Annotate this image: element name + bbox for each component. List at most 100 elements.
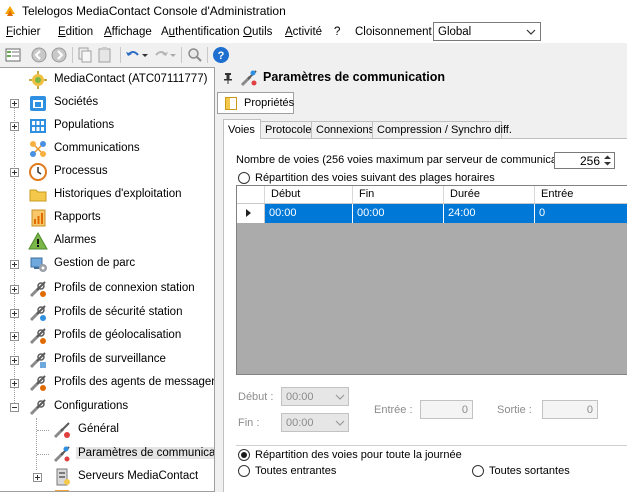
toolbar-separator — [120, 47, 121, 63]
collapse-icon[interactable] — [10, 403, 19, 412]
tree-item-profils-surveillance[interactable]: Profils de surveillance — [0, 349, 214, 371]
menu-help[interactable]: ? — [334, 26, 340, 38]
entree-field[interactable]: 0 — [420, 400, 473, 419]
tree-item-profils-connexion[interactable]: Profils de connexion station — [0, 278, 214, 300]
radio-toute-journee[interactable] — [238, 449, 250, 461]
menu-fichier[interactable]: Fichier — [6, 26, 41, 38]
copy-icon[interactable] — [76, 46, 94, 64]
redo-dropdown-icon[interactable] — [169, 46, 177, 64]
expand-icon[interactable] — [10, 122, 19, 131]
pin-icon[interactable] — [224, 72, 232, 84]
table-row[interactable]: 00:00 00:00 24:00 0 — [237, 204, 627, 223]
current-row-arrow-icon — [246, 209, 251, 217]
tree-item-label: Profils de surveillance — [54, 353, 166, 365]
tree-item-root[interactable]: MediaContact (ATC07111777) — [0, 69, 214, 91]
back-icon[interactable] — [30, 46, 48, 64]
expand-icon[interactable] — [10, 99, 19, 108]
tab-compression[interactable]: Compression / Synchro diff. — [372, 121, 512, 138]
tab-connexions[interactable]: Connexions — [311, 121, 374, 138]
redo-icon[interactable] — [152, 46, 170, 64]
expand-icon[interactable] — [10, 260, 19, 269]
clock-icon — [29, 163, 47, 181]
sortie-field[interactable]: 0 — [542, 400, 598, 419]
cell-entree[interactable]: 0 — [535, 204, 627, 223]
grid-col-duree[interactable]: Durée — [444, 186, 535, 203]
tree-item-rapports[interactable]: Rapports — [0, 207, 214, 229]
sortie-label: Sortie : — [497, 404, 532, 416]
tree-item-communications[interactable]: Communications — [0, 138, 214, 160]
section-divider — [236, 445, 627, 446]
properties-button[interactable]: Propriétés — [217, 92, 294, 114]
tree-item-profils-securite[interactable]: Profils de sécurité station — [0, 302, 214, 324]
tree-item-alarmes[interactable]: Alarmes — [0, 230, 214, 252]
tree-item-parametres-communication[interactable]: Paramètres de communication — [0, 443, 214, 465]
tree-item-configurations[interactable]: Configurations — [0, 396, 214, 418]
tab-voies[interactable]: Voies — [223, 119, 261, 139]
general-settings-icon — [53, 422, 70, 439]
tree-item-populations[interactable]: Populations — [0, 115, 214, 137]
chevron-down-icon — [335, 394, 345, 400]
grid-col-debut[interactable]: Début — [265, 186, 353, 203]
expand-icon[interactable] — [10, 379, 19, 388]
help-icon[interactable]: ? — [212, 46, 230, 64]
cell-duree[interactable]: 24:00 — [444, 204, 535, 223]
chevron-down-icon — [526, 29, 536, 35]
tree-item-label: Communications — [54, 142, 140, 154]
search-icon[interactable] — [186, 46, 204, 64]
tree-guide-line — [37, 430, 49, 431]
tree-item-label: Configurations — [54, 400, 129, 412]
tab-protocole[interactable]: Protocole — [260, 121, 312, 138]
radio-plages-horaires[interactable] — [238, 172, 250, 184]
expand-icon[interactable] — [10, 332, 19, 341]
cloisonnement-select[interactable]: Global — [433, 22, 541, 41]
grid-col-fin[interactable]: Fin — [353, 186, 444, 203]
tree-item-processus[interactable]: Processus — [0, 161, 214, 183]
tree-view-icon[interactable] — [4, 46, 22, 64]
radio-toutes-entrantes[interactable] — [238, 465, 250, 477]
grid-col-entree[interactable]: Entrée — [535, 186, 627, 203]
svg-text:?: ? — [218, 50, 225, 62]
tree-item-label: Profils des agents de messagerie — [54, 376, 215, 388]
fin-label: Fin : — [238, 417, 260, 429]
undo-icon[interactable] — [124, 46, 142, 64]
cell-debut[interactable]: 00:00 — [265, 204, 353, 223]
fin-select[interactable]: 00:00 — [281, 413, 349, 432]
radio-toutes-sortantes[interactable] — [472, 465, 484, 477]
radio-plages-horaires-label: Répartition des voies suivant des plages… — [255, 172, 495, 184]
menu-affichage[interactable]: Affichage — [104, 26, 152, 38]
expand-icon[interactable] — [33, 473, 42, 482]
nb-voies-stepper[interactable]: 256 — [554, 152, 615, 169]
entree-value: 0 — [461, 404, 468, 416]
undo-dropdown-icon[interactable] — [141, 46, 149, 64]
tree-item-profils-agents[interactable]: Profils des agents de messagerie — [0, 372, 215, 394]
menu-outils[interactable]: Outils — [243, 26, 272, 38]
tree-item-societes[interactable]: Sociétés — [0, 92, 214, 114]
tree-item-label: Populations — [54, 119, 115, 131]
cell-fin[interactable]: 00:00 — [353, 204, 444, 223]
communication-settings-icon — [240, 70, 257, 87]
expand-icon[interactable] — [10, 309, 19, 318]
menu-edition[interactable]: Edition — [58, 26, 93, 38]
debut-select[interactable]: 00:00 — [281, 387, 349, 406]
tree-item-label: Alarmes — [54, 234, 97, 246]
radio-toutes-entrantes-label: Toutes entrantes — [255, 465, 337, 477]
cloisonnement-label: Cloisonnement : — [355, 26, 439, 38]
tree-item-historiques[interactable]: Historiques d'exploitation — [0, 184, 214, 206]
tree-item-gestion-de-parc[interactable]: Gestion de parc — [0, 253, 214, 275]
telelogos-logo-icon — [5, 6, 15, 16]
row-header[interactable] — [237, 204, 265, 223]
expand-icon[interactable] — [10, 168, 19, 177]
spin-arrows-icon[interactable] — [602, 154, 613, 167]
expand-icon[interactable] — [10, 285, 19, 294]
menu-authentification[interactable]: Authentification — [161, 26, 240, 38]
entree-label: Entrée : — [374, 404, 413, 416]
menu-activite[interactable]: Activité — [285, 26, 322, 38]
paste-icon[interactable] — [96, 46, 114, 64]
tree-item-profils-geolocalisation[interactable]: Profils de géolocalisation — [0, 325, 214, 347]
tree-item-general[interactable]: Général — [0, 419, 214, 441]
fin-value: 00:00 — [286, 417, 314, 429]
tree-item-serveurs[interactable]: Serveurs MediaContact — [0, 466, 214, 488]
forward-icon[interactable] — [50, 46, 68, 64]
expand-icon[interactable] — [10, 356, 19, 365]
radio-toutes-sortantes-label: Toutes sortantes — [489, 465, 570, 477]
